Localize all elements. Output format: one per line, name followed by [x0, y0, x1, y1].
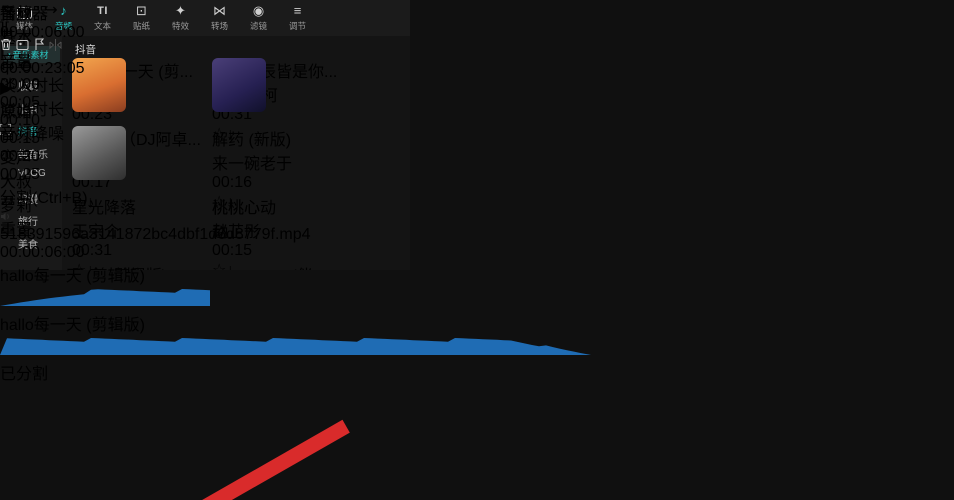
audio-clip-right-selected[interactable]: hallo每一天 (剪辑版) [0, 311, 591, 360]
split-tooltip: 分割(Ctrl+B) [0, 190, 88, 207]
chevron-down-icon[interactable]: ▾ [18, 8, 22, 17]
audio-clip-label: hallo每一天 (剪辑版) [0, 268, 145, 285]
freeze-frame-icon[interactable] [16, 38, 33, 55]
annotation-arrow [202, 419, 350, 500]
ruler-label: 00:15 [0, 130, 41, 147]
mirror-icon[interactable] [49, 38, 62, 55]
video-clip[interactable]: 518391596a3141872bc4dbf1d6d8779f.mp4 00:… [0, 226, 591, 262]
split-tool-button[interactable]: ][ [0, 20, 591, 38]
ruler-label: 00:25 [0, 166, 41, 183]
audio-waveform [0, 289, 210, 306]
timeline-ruler[interactable]: 00:00 00:05 00:10 00:15 00:20 00:25 [0, 76, 591, 184]
audio-clip-label: hallo每一天 (剪辑版) [0, 317, 145, 334]
timeline-panel: ↖ ▾ ↩ ↪ ][ ‹|› ⊖ 00:00 00:05 00:10 00:15… [0, 0, 591, 500]
video-clip-filename: 518391596a3141872bc4dbf1d6d8779f.mp4 [0, 226, 311, 243]
delete-icon[interactable] [0, 38, 16, 55]
preview-axis-icon[interactable]: ‹|› [0, 58, 15, 75]
audio-waveform [0, 338, 591, 355]
app-window: ▸ 媒体 ♪ 音频 TI 文本 ⊡ 贴纸 ✦ 特效 ⋈ 转场 ◉ 滤镜 ≡ 调节 ▾ 音乐素材 收藏 卡点 抖音纯… [0, 0, 954, 500]
ruler-label: 00:10 [0, 112, 41, 129]
redo-icon[interactable]: ↪ [44, 2, 57, 19]
ruler-label: 00:00 [0, 76, 41, 93]
ruler-label: 00:05 [0, 94, 41, 111]
zoom-out-icon[interactable]: ⊖ [19, 58, 32, 75]
ruler-label: 00:20 [0, 148, 41, 165]
split-icon: ][ [0, 20, 9, 37]
undo-icon[interactable]: ↩ [26, 2, 39, 19]
marker-flag-icon[interactable] [34, 38, 49, 55]
timeline-toolbar: ↖ ▾ ↩ ↪ ][ ‹|› ⊖ [0, 0, 591, 76]
annotation-split-label: 已分割 [0, 366, 49, 383]
track-mute-button[interactable] [0, 208, 591, 226]
select-tool-icon[interactable]: ↖ [0, 2, 13, 19]
audio-clip-left[interactable]: hallo每一天 (剪辑版) [0, 262, 591, 311]
video-clip-duration: 00:00:06:00 [0, 244, 85, 261]
speaker-icon [0, 208, 10, 225]
